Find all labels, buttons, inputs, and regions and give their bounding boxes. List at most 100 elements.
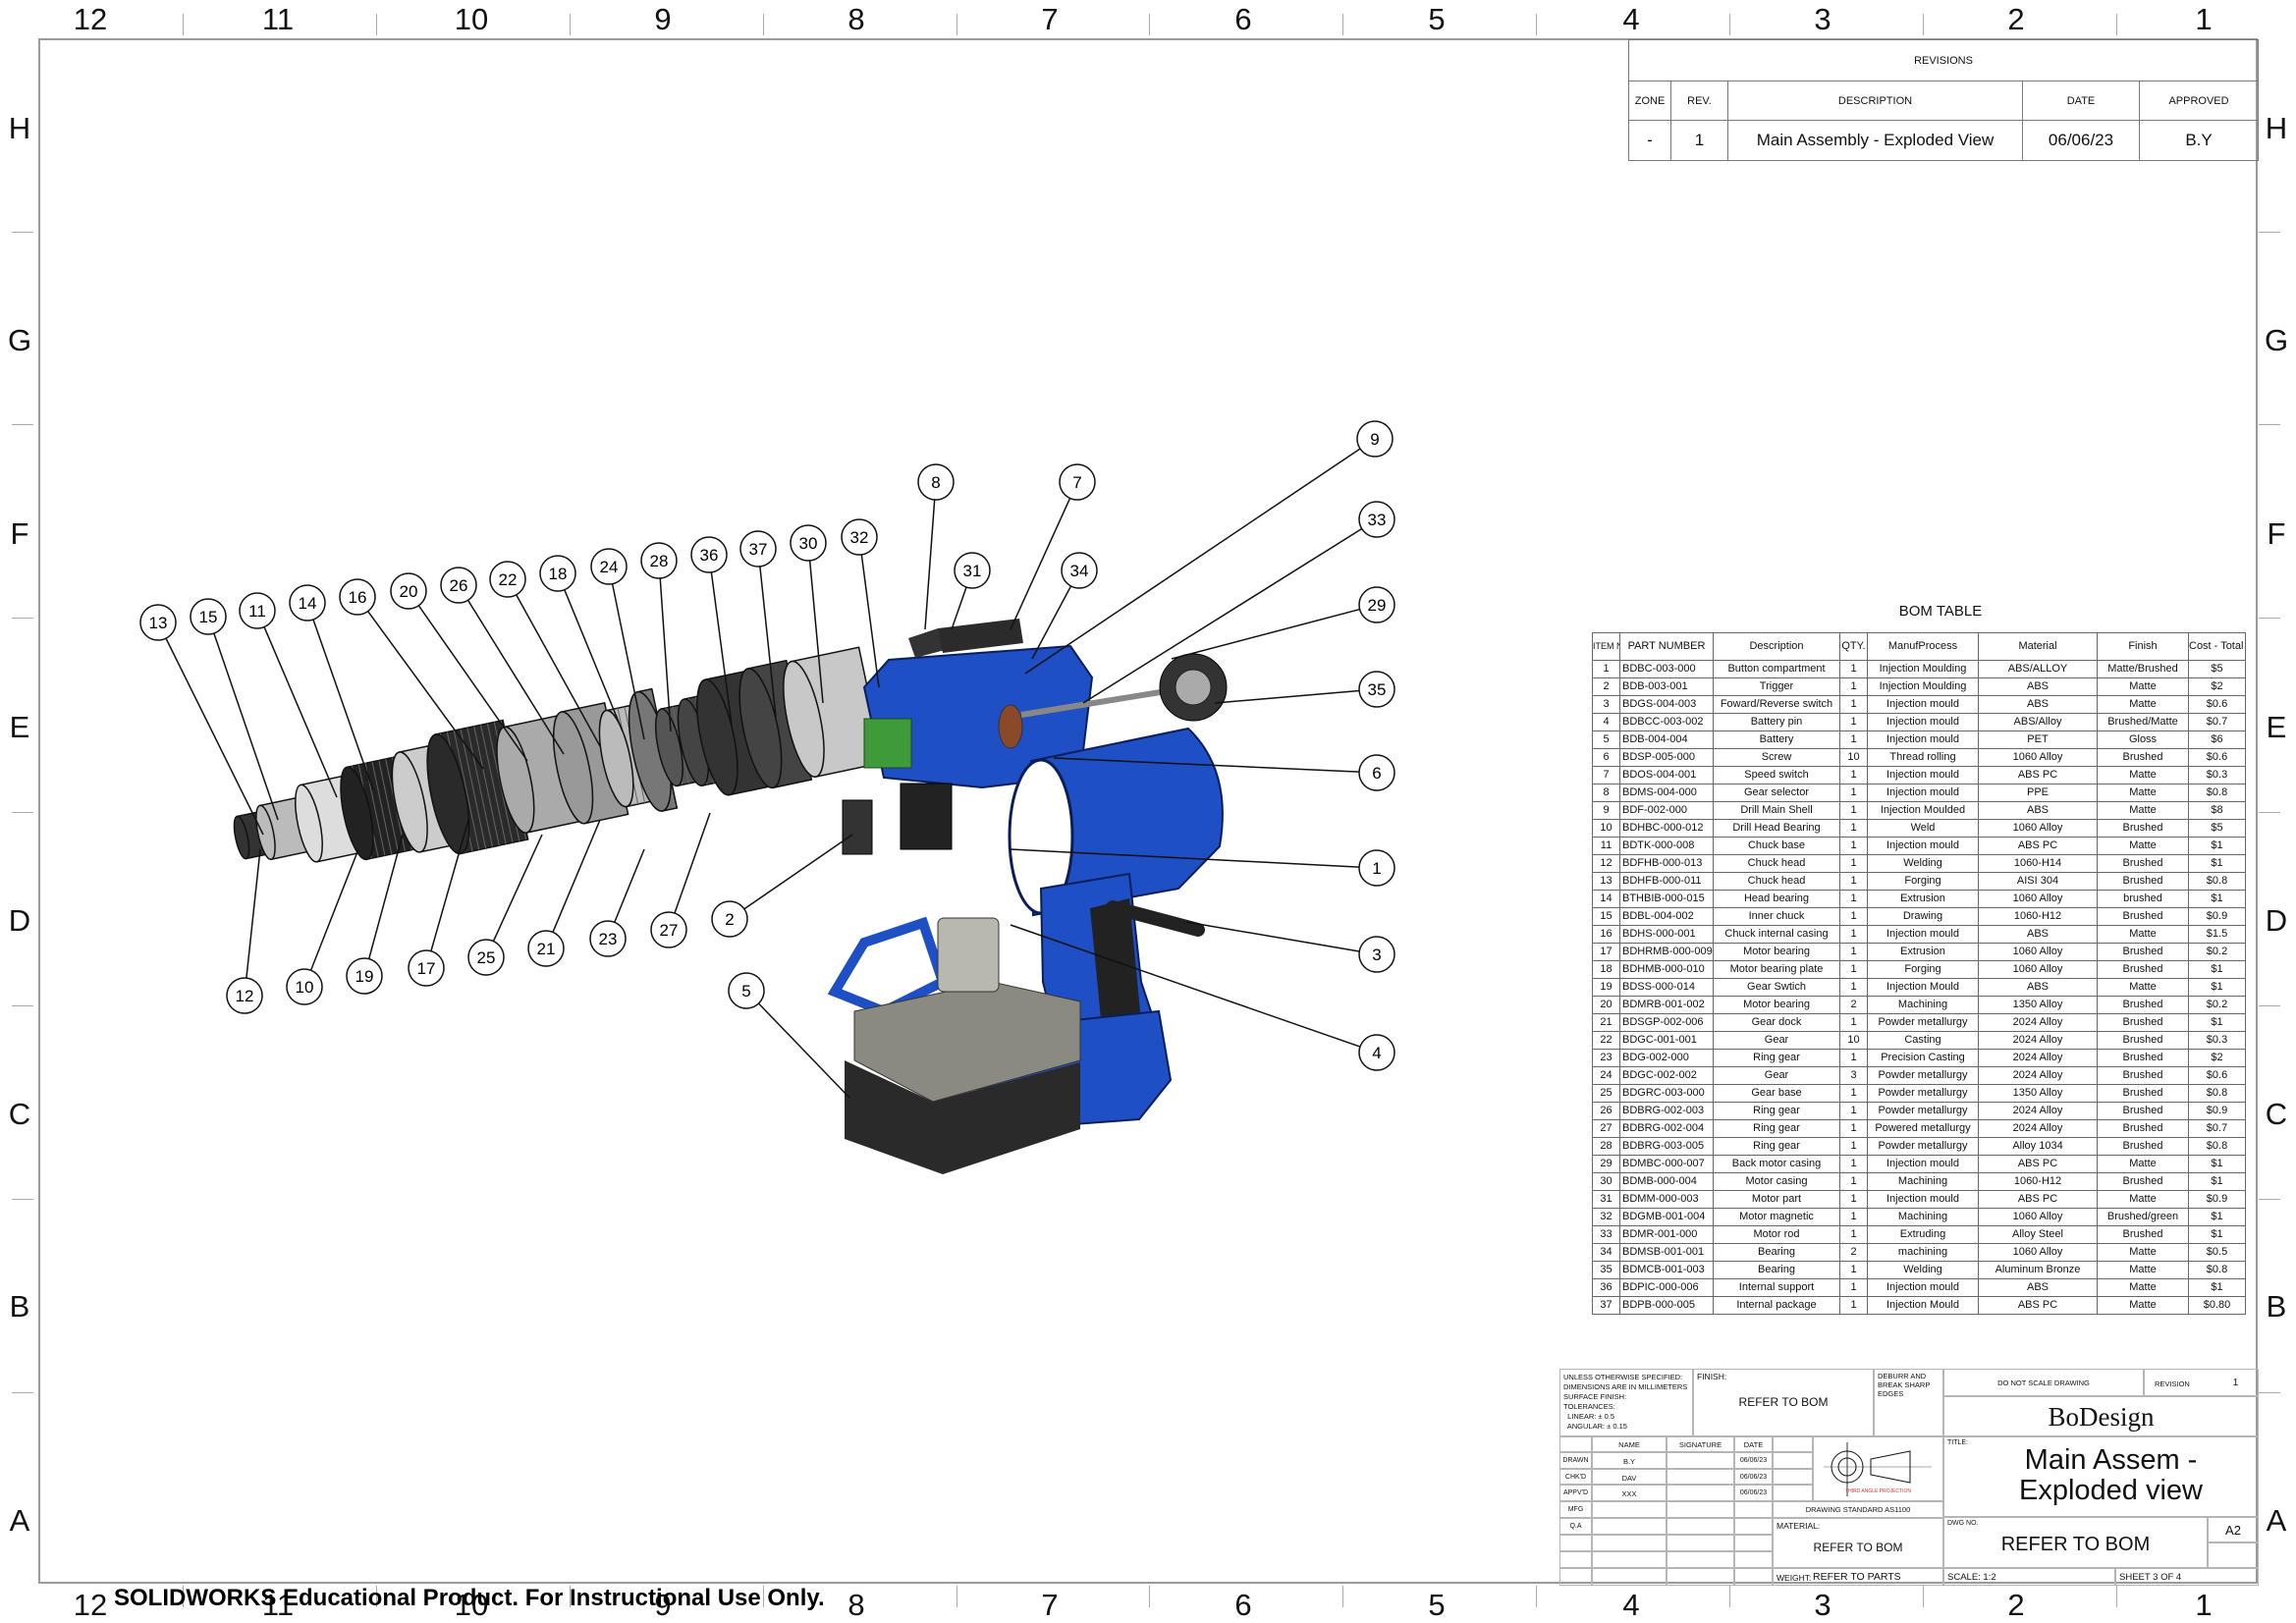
bom-cell: Injection mould <box>1867 925 1979 944</box>
balloon-number: 9 <box>1370 430 1379 449</box>
general-notes: UNLESS OTHERWISE SPECIFIED: DIMENSIONS AR… <box>1559 1369 1693 1436</box>
bom-cell: 1 <box>1839 978 1868 997</box>
bom-cell: Matte <box>2097 925 2189 944</box>
bom-cell: Matte <box>2097 801 2189 820</box>
bom-cell: 1 <box>1839 1119 1868 1138</box>
bom-cell: 23 <box>1592 1049 1620 1067</box>
bom-cell: 24 <box>1592 1066 1620 1085</box>
bom-row: 8 BDMS-004-000 Gear selector 1 Injection mou… <box>1592 784 2246 802</box>
bom-cell: Brushed <box>2097 1172 2189 1191</box>
bom-cell: 1 <box>1839 1261 1868 1279</box>
drawing-title: Main Assem - Exploded view <box>2019 1444 2203 1506</box>
bom-cell: 25 <box>1592 1084 1620 1103</box>
projection-label: THIRD ANGLE PROJECTION <box>1845 1488 1911 1494</box>
bom-cell: BDMB-000-004 <box>1619 1172 1714 1191</box>
leader-line <box>743 834 853 910</box>
bom-cell: $0.6 <box>2188 695 2246 714</box>
bom-cell: BDFHB-000-013 <box>1619 854 1714 873</box>
sign-name <box>1592 1501 1667 1518</box>
bom-cell: Injection Mould <box>1867 978 1979 997</box>
button-compartment <box>900 783 953 850</box>
bom-cell: BDGMB-001-004 <box>1619 1208 1714 1226</box>
bom-table: ITEM NO.PART NUMBERDescriptionQTY.ManufP… <box>1592 632 2246 1315</box>
bom-cell: Chuck head <box>1713 854 1840 873</box>
bom-cell: Injection mould <box>1867 713 1979 731</box>
bom-cell: 1350 Alloy <box>1978 996 2098 1014</box>
bom-cell: 4 <box>1592 713 1620 731</box>
bom-cell: Powered metallurgy <box>1867 1119 1979 1138</box>
bom-cell: $0.2 <box>2188 943 2246 961</box>
balloon-7: 7 <box>1010 463 1096 630</box>
leader-line <box>552 819 601 933</box>
leader-line <box>367 611 484 770</box>
balloon-9: 9 <box>1024 420 1394 675</box>
bom-cell: 1 <box>1839 1190 1868 1209</box>
bom-cell: Motor bearing plate <box>1713 960 1840 979</box>
speed-switch <box>938 619 1023 653</box>
bom-cell: Chuck base <box>1713 837 1840 855</box>
balloon-35: 35 <box>1214 671 1395 708</box>
drawing-standard-cell: DRAWING STANDARD AS1100 <box>1773 1501 1943 1518</box>
leader-line <box>757 1002 850 1099</box>
sign-name <box>1592 1568 1667 1586</box>
bom-cell: BDMM-000-003 <box>1619 1190 1714 1209</box>
bom-cell: 17 <box>1592 943 1620 961</box>
bom-cell: 1 <box>1592 660 1620 678</box>
bom-cell: 1060 Alloy <box>1978 1208 2098 1226</box>
bom-cell: Screw <box>1713 748 1840 767</box>
bom-cell: Forging <box>1867 960 1979 979</box>
do-not-scale-cell: DO NOT SCALE DRAWING <box>1943 1369 2144 1396</box>
bom-cell: Thread rolling <box>1867 748 1979 767</box>
sign-signature <box>1667 1469 1734 1485</box>
bom-cell: 18 <box>1592 960 1620 979</box>
bom-cell: BDHMB-000-010 <box>1619 960 1714 979</box>
bom-header-cell: PART NUMBER <box>1619 632 1714 661</box>
bom-cell: 1060 Alloy <box>1978 960 2098 979</box>
bom-cell: Injection mould <box>1867 1278 1979 1297</box>
bom-cell: Matte <box>2097 1243 2189 1262</box>
sign-role-label: DRAWN <box>1562 1457 1589 1464</box>
bom-cell: BDSS-000-014 <box>1619 978 1714 997</box>
note-line: DIMENSIONS ARE IN MILLIMETERS <box>1563 1382 1688 1391</box>
bom-cell: 1 <box>1839 1137 1868 1156</box>
bom-cell: Ring gear <box>1713 1137 1840 1156</box>
sign-header-label: SIGNATURE <box>1678 1440 1722 1449</box>
bom-cell: Brushed <box>2097 854 2189 873</box>
dwg-no-cell: DWG NO. REFER TO BOM <box>1943 1517 2208 1568</box>
bom-cell: $1 <box>2188 1172 2246 1191</box>
bom-row: 10 BDHBC-000-012 Drill Head Bearing 1 Weld 10… <box>1592 819 2246 838</box>
bom-cell: Brushed <box>2097 1049 2189 1067</box>
bom-cell: Alloy Steel <box>1978 1225 2098 1244</box>
sheet-cell: SHEET 3 OF 4 <box>2115 1568 2259 1586</box>
sign-extra <box>1773 1485 1813 1501</box>
bom-cell: Ring gear <box>1713 1102 1840 1120</box>
bom-row: 34 BDMSB-001-001 Bearing 2 machining 1060 All… <box>1592 1243 2246 1262</box>
balloon-number: 20 <box>400 582 418 601</box>
sheet-size: A2 <box>2225 1523 2241 1538</box>
bom-row: 23 BDG-002-000 Ring gear 1 Precision Casting… <box>1592 1049 2246 1067</box>
balloon-number: 5 <box>741 982 750 1001</box>
bom-cell: $2 <box>2188 677 2246 696</box>
bom-cell: 22 <box>1592 1031 1620 1050</box>
bom-cell: BDHRMB-000-009 <box>1619 943 1714 961</box>
bom-cell: $0.8 <box>2188 1137 2246 1156</box>
bom-cell: BDSGP-002-006 <box>1619 1013 1714 1032</box>
bom-cell: Matte <box>2097 766 2189 784</box>
bom-cell: 1 <box>1839 1225 1868 1244</box>
bom-cell: $1 <box>2188 978 2246 997</box>
sign-role-label: CHK'D <box>1564 1474 1587 1481</box>
material-value: REFER TO BOM <box>1813 1541 1903 1554</box>
bom-cell: 1 <box>1839 1049 1868 1067</box>
bom-row: 7 BDOS-004-001 Speed switch 1 Injection moul… <box>1592 766 2246 784</box>
bom-cell: BDMR-001-000 <box>1619 1225 1714 1244</box>
bom-cell: Brushed <box>2097 996 2189 1014</box>
bom-cell: $0.8 <box>2188 872 2246 891</box>
bom-header-cell: ITEM NO. <box>1592 632 1620 661</box>
bom-cell: Powder metallurgy <box>1867 1137 1979 1156</box>
bom-cell: 1 <box>1839 713 1868 731</box>
bom-cell: BTHBIB-000-015 <box>1619 890 1714 908</box>
bom-cell: $0.6 <box>2188 1066 2246 1085</box>
bom-cell: BDHBC-000-012 <box>1619 819 1714 838</box>
bom-cell: Speed switch <box>1713 766 1840 784</box>
bom-row: 26 BDBRG-002-003 Ring gear 1 Powder metallur… <box>1592 1102 2246 1120</box>
